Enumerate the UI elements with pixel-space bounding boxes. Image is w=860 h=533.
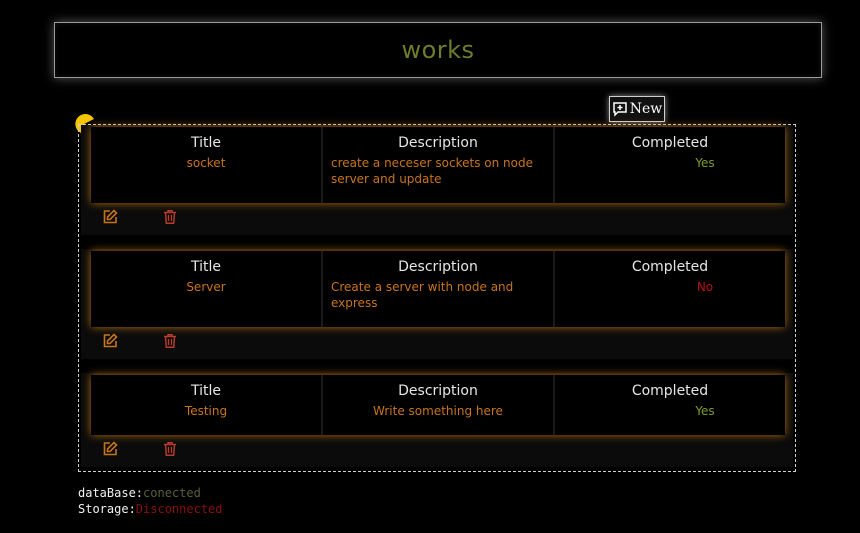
task-completed: Yes	[695, 156, 715, 170]
add-comment-icon	[612, 102, 627, 117]
description-column-header: Description	[398, 383, 478, 399]
task-description: create a neceser sockets on node server …	[331, 156, 534, 186]
title-column-header: Title	[190, 135, 221, 151]
task-title: Testing	[184, 404, 228, 418]
edit-icon[interactable]	[102, 441, 118, 457]
completed-column-header: Completed	[631, 383, 709, 399]
task-card: Title Testing Description Write somethin…	[81, 373, 793, 467]
database-status: dataBase:conected	[78, 485, 201, 501]
title-cell: Title Testing	[91, 375, 323, 435]
task-list: Title socket Description create a necese…	[78, 124, 796, 472]
title-column-header: Title	[190, 259, 221, 275]
title-cell: Title socket	[91, 127, 323, 203]
task-title: socket	[186, 156, 226, 170]
completed-column-header: Completed	[631, 259, 709, 275]
new-task-button[interactable]: New	[609, 96, 665, 122]
completed-cell: Completed Yes	[555, 375, 785, 435]
app-header: works	[54, 22, 822, 78]
title-column-header: Title	[190, 383, 221, 399]
task-card: Title Server Description Create a server…	[81, 249, 793, 359]
description-cell: Description Write something here	[323, 375, 555, 435]
task-table: Title Server Description Create a server…	[91, 251, 785, 327]
completed-cell: Completed No	[555, 251, 785, 327]
title-cell: Title Server	[91, 251, 323, 327]
task-description: Write something here	[373, 404, 503, 418]
edit-icon[interactable]	[102, 333, 118, 349]
delete-icon[interactable]	[162, 333, 178, 349]
task-table: Title socket Description create a necese…	[91, 127, 785, 203]
description-column-header: Description	[398, 135, 478, 151]
delete-icon[interactable]	[162, 209, 178, 225]
task-table: Title Testing Description Write somethin…	[91, 375, 785, 435]
completed-cell: Completed Yes	[555, 127, 785, 203]
new-task-label: New	[629, 101, 663, 117]
completed-column-header: Completed	[631, 135, 709, 151]
database-label: dataBase:	[78, 486, 144, 500]
storage-status: Storage:Disconnected	[78, 501, 223, 517]
description-column-header: Description	[398, 259, 478, 275]
description-cell: Description Create a server with node an…	[323, 251, 555, 327]
storage-label: Storage:	[78, 502, 136, 516]
edit-icon[interactable]	[102, 209, 118, 225]
storage-value: Disconnected	[135, 502, 223, 516]
task-card: Title socket Description create a necese…	[81, 125, 793, 235]
task-description: Create a server with node and express	[331, 280, 514, 310]
task-completed: No	[696, 280, 714, 294]
task-title: Server	[186, 280, 226, 294]
description-cell: Description create a neceser sockets on …	[323, 127, 555, 203]
page-title: works	[401, 36, 475, 64]
database-value: conected	[143, 486, 201, 500]
delete-icon[interactable]	[162, 441, 178, 457]
task-completed: Yes	[695, 404, 715, 418]
